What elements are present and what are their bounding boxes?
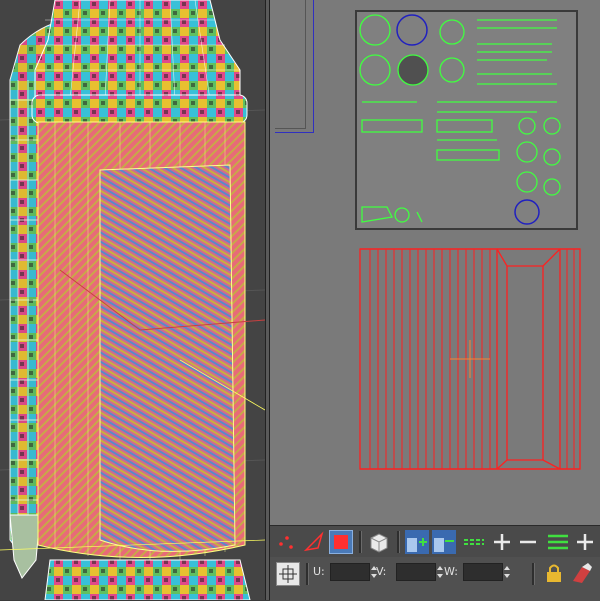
u-label: U: (313, 565, 325, 578)
gizmo-crosshair-icon (279, 565, 297, 583)
minus-icon (520, 540, 536, 544)
vertex-dots-icon (279, 536, 293, 549)
w-label: W: (444, 565, 458, 578)
grow-plus-icon (407, 538, 427, 552)
plus-icon (577, 534, 593, 550)
w-value-field[interactable] (463, 563, 503, 581)
paint-select-button[interactable] (570, 561, 594, 585)
element-cube-icon (370, 533, 388, 553)
vertex-mode-button[interactable] (275, 530, 299, 554)
w-spinner-arrows[interactable] (503, 563, 511, 581)
grow-loop-button[interactable] (490, 530, 514, 554)
edge-triangle-icon (303, 531, 324, 552)
uv-toolbar: U: V: W: (270, 525, 600, 601)
grow-ring-button[interactable] (573, 530, 597, 554)
shrink-minus-icon (434, 538, 454, 552)
shrink-loop-button[interactable] (516, 530, 540, 554)
transform-gizmo-button[interactable] (276, 562, 300, 586)
loop-select-button[interactable] (462, 530, 486, 554)
ring-select-button[interactable] (546, 530, 570, 554)
element-mode-button[interactable] (367, 530, 391, 554)
loop-lines-icon (464, 539, 484, 545)
u-value-field[interactable] (330, 563, 370, 581)
grow-selection-button[interactable] (405, 530, 429, 554)
lock-selection-button[interactable] (542, 561, 566, 585)
viewport-canvas (0, 0, 265, 600)
v-spinner-arrows[interactable] (436, 563, 444, 581)
uv-gizmo-crosshair (450, 340, 490, 378)
ring-lines-icon (548, 534, 568, 550)
v-label: V: (376, 565, 387, 578)
viewport-perspective[interactable] (0, 0, 265, 600)
face-square-icon (334, 535, 348, 549)
uv-editor-canvas[interactable] (270, 0, 600, 525)
paint-brush-icon (573, 563, 592, 583)
v-value-field[interactable] (396, 563, 436, 581)
plus-icon (494, 534, 510, 550)
edge-mode-button[interactable] (302, 530, 326, 554)
face-mode-button[interactable] (329, 530, 353, 554)
lock-icon (547, 564, 561, 582)
uv-selected-island[interactable] (270, 0, 600, 525)
shrink-selection-button[interactable] (432, 530, 456, 554)
